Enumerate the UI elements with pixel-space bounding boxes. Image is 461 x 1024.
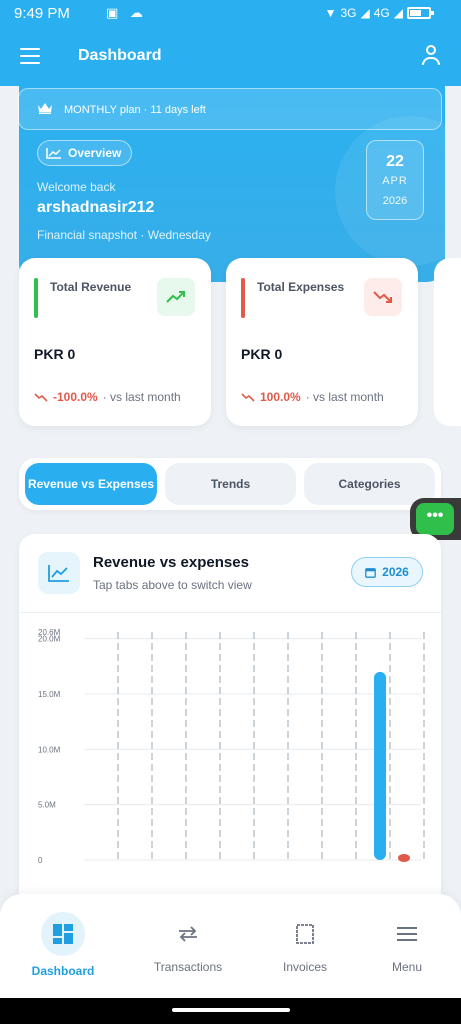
series-1-bar[interactable] — [398, 854, 410, 862]
date-month: APR — [382, 175, 408, 187]
nav-menu[interactable]: Menu — [352, 894, 461, 998]
tab-revenue-vs-expenses[interactable]: Revenue vs Expenses — [25, 463, 157, 505]
expenses-amount: PKR 0 — [241, 346, 283, 362]
chart-title: Revenue vs expenses — [93, 554, 249, 571]
username: arshadnasir212 — [37, 199, 155, 216]
y-tick-label: 10.0M — [38, 745, 61, 754]
revenue-label: Total Revenue — [50, 280, 132, 294]
nav-invoices[interactable]: Invoices — [250, 894, 360, 998]
app-bar: Dashboard — [0, 28, 461, 86]
user-icon[interactable] — [421, 45, 441, 67]
chart-subtitle: Tap tabs above to switch view — [93, 578, 252, 592]
series-0-bar[interactable] — [374, 671, 386, 860]
network-4g-label: 4G — [373, 6, 390, 20]
plan-banner[interactable]: MONTHLY plan · 11 days left — [18, 88, 442, 130]
wifi-icon: ▼ — [324, 6, 337, 20]
y-tick-label: 20.0M — [38, 635, 61, 644]
bottom-nav: Dashboard Transactions Invoices Menu — [0, 894, 461, 998]
tab-categories[interactable]: Categories — [304, 463, 435, 505]
chart-icon — [38, 552, 80, 594]
trending-up-icon — [157, 278, 195, 316]
trending-down-icon — [241, 393, 255, 402]
expenses-accent — [241, 278, 245, 318]
status-right: ▼ 3G ◢ 4G ◢ — [324, 6, 434, 20]
next-stat-card[interactable] — [434, 258, 461, 426]
nav-dashboard-label: Dashboard — [31, 964, 95, 978]
revenue-amount: PKR 0 — [34, 346, 76, 362]
y-tick-label: 5.0M — [38, 801, 56, 810]
y-tick-label: 15.0M — [38, 690, 61, 699]
date-badge: 22 APR 2026 — [366, 140, 424, 220]
notification-icons: ▣ ☁ — [106, 5, 147, 20]
year-selector[interactable]: 2026 — [351, 557, 423, 587]
swap-icon — [166, 912, 210, 956]
network-3g-label: 3G — [340, 6, 357, 20]
signal-icon-2: ◢ — [393, 6, 403, 20]
nav-transactions[interactable]: Transactions — [133, 894, 243, 998]
chart-line-icon — [46, 148, 61, 159]
hamburger-icon[interactable] — [20, 48, 40, 64]
y-tick-label: 0 — [38, 856, 43, 865]
revenue-card[interactable]: Total Revenue PKR 0 -100.0% · vs last mo… — [19, 258, 211, 426]
revenue-change-suffix: · vs last month — [102, 390, 181, 404]
plan-text: MONTHLY plan · 11 days left — [64, 104, 206, 116]
battery-icon — [407, 7, 434, 19]
revenue-change-value: -100.0% — [53, 390, 98, 404]
chart-card: Revenue vs expenses Tap tabs above to sw… — [19, 534, 441, 914]
expenses-change: 100.0% · vs last month — [241, 390, 384, 404]
status-time: 9:49 PM — [14, 5, 70, 22]
chart-tabs: Revenue vs Expenses Trends Categories — [19, 458, 441, 510]
header-divider — [19, 612, 441, 613]
signal-icon: ◢ — [360, 6, 370, 20]
snapshot-text: Financial snapshot · Wednesday — [37, 228, 211, 242]
dashboard-icon — [41, 912, 85, 956]
more-icon: ••• — [416, 503, 454, 535]
overview-pill[interactable]: Overview — [37, 140, 133, 166]
nav-menu-label: Menu — [391, 960, 423, 974]
trending-down-icon — [34, 393, 48, 402]
menu-icon — [385, 912, 429, 956]
bar-chart: 20.6M20.0M15.0M10.0M5.0M0 — [38, 628, 425, 865]
tab-trends[interactable]: Trends — [165, 463, 296, 505]
expenses-label: Total Expenses — [257, 280, 345, 294]
revenue-change: -100.0% · vs last month — [34, 390, 181, 404]
crown-icon — [38, 103, 52, 114]
home-indicator[interactable] — [172, 1008, 290, 1012]
revenue-accent — [34, 278, 38, 318]
gesture-bar — [0, 998, 461, 1024]
expenses-change-suffix: · vs last month — [305, 390, 384, 404]
nav-transactions-label: Transactions — [153, 960, 223, 974]
expenses-change-value: 100.0% — [260, 390, 301, 404]
date-year: 2026 — [382, 195, 408, 207]
overview-label: Overview — [68, 146, 122, 160]
welcome-text: Welcome back — [37, 180, 116, 194]
status-bar: 9:49 PM ▣ ☁ ▼ 3G ◢ 4G ◢ — [0, 0, 461, 28]
invoice-icon — [283, 912, 327, 956]
date-day: 22 — [386, 153, 404, 170]
year-label: 2026 — [382, 565, 409, 579]
expenses-card[interactable]: Total Expenses PKR 0 100.0% · vs last mo… — [226, 258, 418, 426]
trending-down-icon — [364, 278, 402, 316]
page-title: Dashboard — [78, 47, 162, 64]
nav-dashboard[interactable]: Dashboard — [8, 894, 118, 998]
nav-invoices-label: Invoices — [282, 960, 328, 974]
calendar-icon — [365, 567, 376, 578]
